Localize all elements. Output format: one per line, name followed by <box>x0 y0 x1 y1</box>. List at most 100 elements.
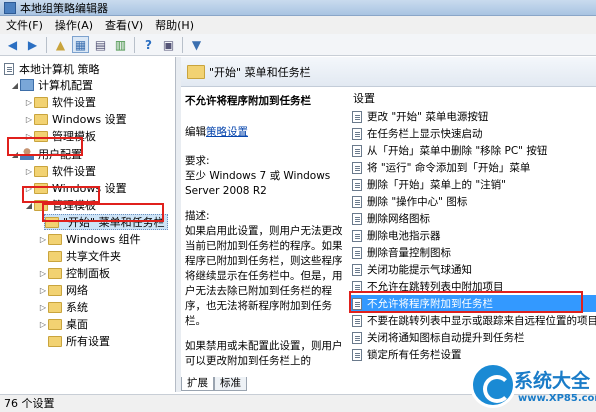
tree-node-label: 所有设置 <box>66 335 110 348</box>
view-icon[interactable]: ▣ <box>160 36 177 53</box>
expand-arrow-icon[interactable]: ▷ <box>24 115 34 124</box>
menu-view[interactable]: 查看(V) <box>99 17 149 33</box>
tree-node-label: "开始" 菜单和任务栏 <box>63 216 165 229</box>
menu-bar: 文件(F) 操作(A) 查看(V) 帮助(H) <box>0 16 596 34</box>
expand-arrow-icon[interactable]: ▷ <box>38 269 48 278</box>
tree-node-computer-config[interactable]: ◢ 计算机配置 <box>10 77 93 93</box>
tree-node-label: 管理模板 <box>52 130 96 143</box>
expand-arrow-icon[interactable]: ▷ <box>38 303 48 312</box>
tree-node-desktop[interactable]: ▷ 桌面 <box>38 316 88 332</box>
tree-node-label: Windows 设置 <box>52 182 127 195</box>
tree-node-windows-settings[interactable]: ▷ Windows 设置 <box>24 111 127 127</box>
setting-label: 关闭功能提示气球通知 <box>367 264 472 276</box>
tree-node-root[interactable]: 本地计算机 策略 <box>4 61 100 77</box>
up-folder-icon[interactable]: ▲ <box>52 36 69 53</box>
tree-node-shared-folders[interactable]: 共享文件夹 <box>48 248 121 264</box>
setting-label: 关闭将通知图标自动提升到任务栏 <box>367 332 525 344</box>
setting-label: 删除网络图标 <box>367 213 430 225</box>
tab-standard[interactable]: 标准 <box>214 377 247 391</box>
policy-setting-icon <box>352 280 362 293</box>
menu-file[interactable]: 文件(F) <box>0 17 49 33</box>
setting-label: 不允许将程序附加到任务栏 <box>367 298 493 310</box>
setting-label: 从「开始」菜单中删除 "移除 PC" 按钮 <box>367 145 548 157</box>
expand-arrow-icon[interactable]: ▷ <box>24 132 34 141</box>
edit-policy-link[interactable]: 策略设置 <box>206 126 248 138</box>
requirements-label: 要求: <box>185 155 210 167</box>
setting-row[interactable]: 在任务栏上显示快速启动 <box>349 125 596 142</box>
setting-row[interactable]: 关闭将通知图标自动提升到任务栏 <box>349 329 596 346</box>
folder-icon <box>45 216 59 228</box>
column-header-setting[interactable]: 设置 <box>349 88 596 108</box>
expand-arrow-icon[interactable]: ▷ <box>38 320 48 329</box>
logo-icon <box>470 362 516 408</box>
expand-arrow-icon[interactable]: ▷ <box>24 184 34 193</box>
show-hide-tree-icon[interactable]: ▦ <box>72 36 89 53</box>
tree-node-start-menu-taskbar[interactable]: "开始" 菜单和任务栏 <box>44 214 168 230</box>
properties-icon[interactable]: ▤ <box>92 36 109 53</box>
policy-icon <box>4 63 14 75</box>
toolbar-separator <box>134 36 135 53</box>
setting-row[interactable]: 不允许在跳转列表中附加项目 <box>349 278 596 295</box>
tree-node-control-panel[interactable]: ▷ 控制面板 <box>38 265 110 281</box>
tree-node-label: Windows 组件 <box>66 233 141 246</box>
tree-node-label: 系统 <box>66 301 88 314</box>
setting-row[interactable]: 不允许将程序附加到任务栏 <box>349 295 596 312</box>
policy-setting-icon <box>352 161 362 174</box>
expand-arrow-icon[interactable]: ▷ <box>38 235 48 244</box>
section-title: "开始" 菜单和任务栏 <box>209 65 311 79</box>
tree-node-label: 计算机配置 <box>38 79 93 92</box>
policy-setting-icon <box>352 297 362 310</box>
policy-setting-icon <box>352 314 362 327</box>
user-icon <box>20 148 34 160</box>
tab-extended[interactable]: 扩展 <box>181 377 214 391</box>
tree-node-label: 网络 <box>66 284 88 297</box>
tree-node-user-config[interactable]: ◢ 用户配置 <box>10 146 82 162</box>
collapse-arrow-icon[interactable]: ◢ <box>10 150 20 159</box>
export-list-icon[interactable]: ▥ <box>112 36 129 53</box>
folder-icon <box>48 250 62 262</box>
menu-help[interactable]: 帮助(H) <box>149 17 200 33</box>
folder-icon <box>34 130 48 142</box>
folder-icon <box>48 318 62 330</box>
setting-row[interactable]: 删除网络图标 <box>349 210 596 227</box>
tree-node-user-windows-settings[interactable]: ▷ Windows 设置 <box>24 180 127 196</box>
tree-node-label: 管理模板 <box>52 199 96 212</box>
setting-label: 删除音量控制图标 <box>367 247 451 259</box>
forward-arrow-icon[interactable]: ▶ <box>24 36 41 53</box>
tree-node-software-settings[interactable]: ▷ 软件设置 <box>24 94 96 110</box>
edit-line: 编辑策略设置 <box>185 125 345 140</box>
menu-action[interactable]: 操作(A) <box>49 17 99 33</box>
computer-icon <box>20 79 34 91</box>
setting-row[interactable]: 删除「开始」菜单上的 "注销" <box>349 176 596 193</box>
setting-row[interactable]: 将 "运行" 命令添加到「开始」菜单 <box>349 159 596 176</box>
tree-node-windows-components[interactable]: ▷ Windows 组件 <box>38 231 141 247</box>
tree-node-label: 桌面 <box>66 318 88 331</box>
setting-row[interactable]: 从「开始」菜单中删除 "移除 PC" 按钮 <box>349 142 596 159</box>
setting-row[interactable]: 关闭功能提示气球通知 <box>349 261 596 278</box>
folder-icon <box>34 96 48 108</box>
setting-row[interactable]: 删除音量控制图标 <box>349 244 596 261</box>
tree-node-system[interactable]: ▷ 系统 <box>38 299 88 315</box>
setting-row[interactable]: 更改 "开始" 菜单电源按钮 <box>349 108 596 125</box>
tree-node-label: 控制面板 <box>66 267 110 280</box>
collapse-arrow-icon[interactable]: ◢ <box>10 81 20 90</box>
tree-node-user-admin-templates[interactable]: ◢ 管理模板 <box>24 197 96 213</box>
folder-icon <box>48 335 62 347</box>
setting-row[interactable]: 删除电池指示器 <box>349 227 596 244</box>
watermark-name: 系统大全 <box>514 370 591 392</box>
setting-row[interactable]: 不要在跳转列表中显示或跟踪来自远程位置的项目 <box>349 312 596 329</box>
filter-icon[interactable]: ▼ <box>188 36 205 53</box>
tree-node-user-software-settings[interactable]: ▷ 软件设置 <box>24 163 96 179</box>
tree-node-admin-templates[interactable]: ▷ 管理模板 <box>24 128 96 144</box>
expand-arrow-icon[interactable]: ▷ <box>24 167 34 176</box>
tree-node-network[interactable]: ▷ 网络 <box>38 282 88 298</box>
collapse-arrow-icon[interactable]: ◢ <box>24 201 34 210</box>
setting-row[interactable]: 删除 "操作中心" 图标 <box>349 193 596 210</box>
expand-arrow-icon[interactable]: ▷ <box>24 98 34 107</box>
tree-node-all-settings[interactable]: 所有设置 <box>48 333 110 349</box>
folder-icon <box>187 64 205 79</box>
expand-arrow-icon[interactable]: ▷ <box>38 286 48 295</box>
help-icon[interactable]: ? <box>140 36 157 53</box>
back-arrow-icon[interactable]: ◀ <box>4 36 21 53</box>
setting-label: 删除电池指示器 <box>367 230 441 242</box>
